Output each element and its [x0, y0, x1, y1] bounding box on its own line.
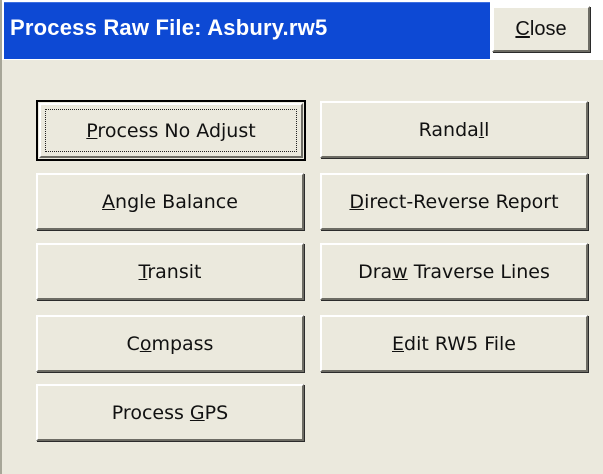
title-bar: Process Raw File: Asbury.rw5 Close — [2, 0, 603, 60]
draw-traverse-lines-button[interactable]: Draw Traverse Lines — [320, 243, 588, 300]
process-no-adjust-label: Process No Adjust — [86, 119, 256, 142]
draw-traverse-lines-label: Draw Traverse Lines — [358, 260, 550, 283]
process-raw-file-dialog: Process Raw File: Asbury.rw5 Close Proce… — [0, 0, 603, 474]
crandall-button[interactable]: Randall — [320, 101, 588, 158]
process-gps-label: Process GPS — [111, 401, 229, 424]
angle-balance-button[interactable]: Angle Balance — [36, 173, 304, 230]
angle-balance-label: Angle Balance — [102, 190, 238, 213]
compass-button[interactable]: Compass — [36, 315, 304, 372]
process-gps-button[interactable]: Process GPS — [36, 384, 304, 441]
compass-label: Compass — [126, 332, 214, 355]
window-title: Process Raw File: Asbury.rw5 — [10, 15, 328, 40]
crandall-label: Randall — [418, 118, 490, 141]
close-button[interactable]: Close — [492, 6, 590, 52]
process-no-adjust-button[interactable]: Process No Adjust — [36, 100, 306, 161]
direct-reverse-report-button[interactable]: Direct-Reverse Report — [320, 173, 588, 230]
transit-button[interactable]: Transit — [36, 243, 304, 300]
edit-rw5-file-button[interactable]: Edit RW5 File — [320, 315, 588, 372]
edit-rw5-file-label: Edit RW5 File — [392, 332, 516, 355]
close-button-label: Close — [515, 17, 567, 40]
transit-label: Transit — [138, 260, 202, 283]
direct-reverse-report-label: Direct-Reverse Report — [349, 190, 559, 213]
title-bar-fill: Process Raw File: Asbury.rw5 — [4, 2, 490, 59]
